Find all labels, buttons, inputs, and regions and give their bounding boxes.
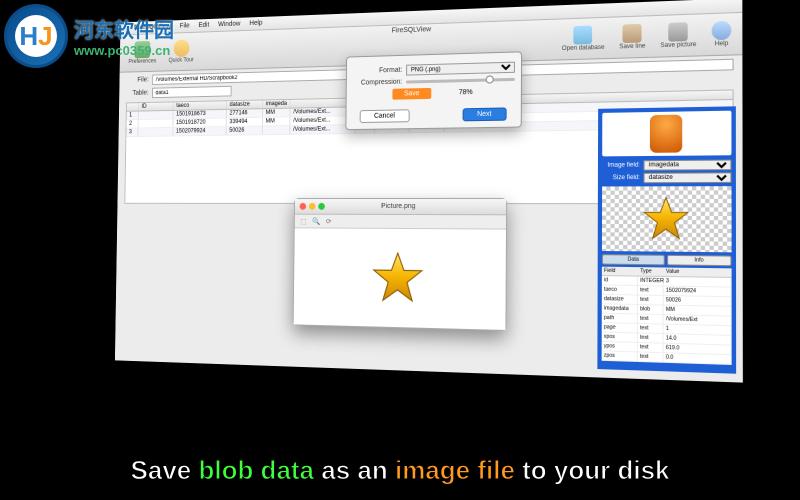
toolbar-save-picture[interactable]: Save picture <box>660 22 696 49</box>
toolbar-save-line[interactable]: Save line <box>619 24 645 51</box>
tool-rotate-icon[interactable]: ⟳ <box>326 217 332 225</box>
menu-edit[interactable]: Edit <box>198 22 209 29</box>
menu-window[interactable]: Window <box>218 21 240 29</box>
preview-toolbar: ⬚ 🔍 ⟳ <box>295 215 506 230</box>
save-button[interactable]: Save <box>392 88 431 100</box>
slider-thumb[interactable] <box>486 75 494 83</box>
watermark-title: 河东软件园 <box>74 14 174 43</box>
open-database-icon <box>574 26 593 45</box>
cancel-button[interactable]: Cancel <box>360 109 410 123</box>
preview-title: Picture.png <box>295 203 506 210</box>
star-icon <box>371 251 424 306</box>
toolbar-open-database[interactable]: Open database <box>562 25 605 52</box>
size-field-select[interactable]: datasize <box>643 172 731 183</box>
preview-titlebar[interactable]: Picture.png <box>295 199 506 215</box>
format-label: Format: <box>353 67 403 75</box>
compression-value: 78% <box>459 89 473 96</box>
preview-canvas <box>294 228 506 330</box>
save-line-icon <box>623 24 642 43</box>
database-icon <box>650 115 682 153</box>
tab-data[interactable]: Data <box>602 254 665 265</box>
image-preview-thumb <box>602 186 732 252</box>
menu-help[interactable]: Help <box>249 20 262 27</box>
table-label: Table: <box>126 90 149 97</box>
image-field-select[interactable]: imagedata <box>643 160 731 171</box>
compression-slider[interactable] <box>406 78 515 84</box>
compression-label: Compression: <box>352 79 402 87</box>
size-field-label: Size field: <box>602 175 640 181</box>
watermark-logo: HJ <box>4 4 68 68</box>
tool-zoom-icon[interactable]: 🔍 <box>312 217 320 225</box>
table-name-input[interactable] <box>152 86 232 98</box>
image-side-panel: Image field:imagedata Size field:datasiz… <box>597 106 736 373</box>
marketing-caption: Save blob data as an image file to your … <box>0 455 800 486</box>
save-picture-icon <box>669 22 688 41</box>
format-select[interactable]: PNG (.png) <box>406 62 515 76</box>
field-info-table: FieldTypeValue idINTEGER3taecotext150207… <box>602 267 732 365</box>
next-button[interactable]: Next <box>462 107 506 121</box>
toolbar-help[interactable]: Help <box>712 21 732 48</box>
export-dialog: Format: PNG (.png) Compression: Save 78%… <box>345 51 522 130</box>
image-field-label: Image field: <box>602 162 640 169</box>
menu-file[interactable]: File <box>180 23 190 30</box>
tab-info[interactable]: Info <box>667 255 732 266</box>
database-icon-box <box>602 111 731 157</box>
site-watermark: HJ 河东软件园 www.pc0359.cn <box>0 0 178 72</box>
tool-select-icon[interactable]: ⬚ <box>300 217 306 225</box>
file-label: File: <box>126 77 149 84</box>
star-icon <box>642 196 690 243</box>
watermark-url: www.pc0359.cn <box>74 43 174 58</box>
help-icon <box>712 21 732 41</box>
app-window: FireSQLView File Edit Window Help FireSQ… <box>115 0 743 383</box>
picture-preview-window[interactable]: Picture.png ⬚ 🔍 ⟳ <box>293 198 507 331</box>
